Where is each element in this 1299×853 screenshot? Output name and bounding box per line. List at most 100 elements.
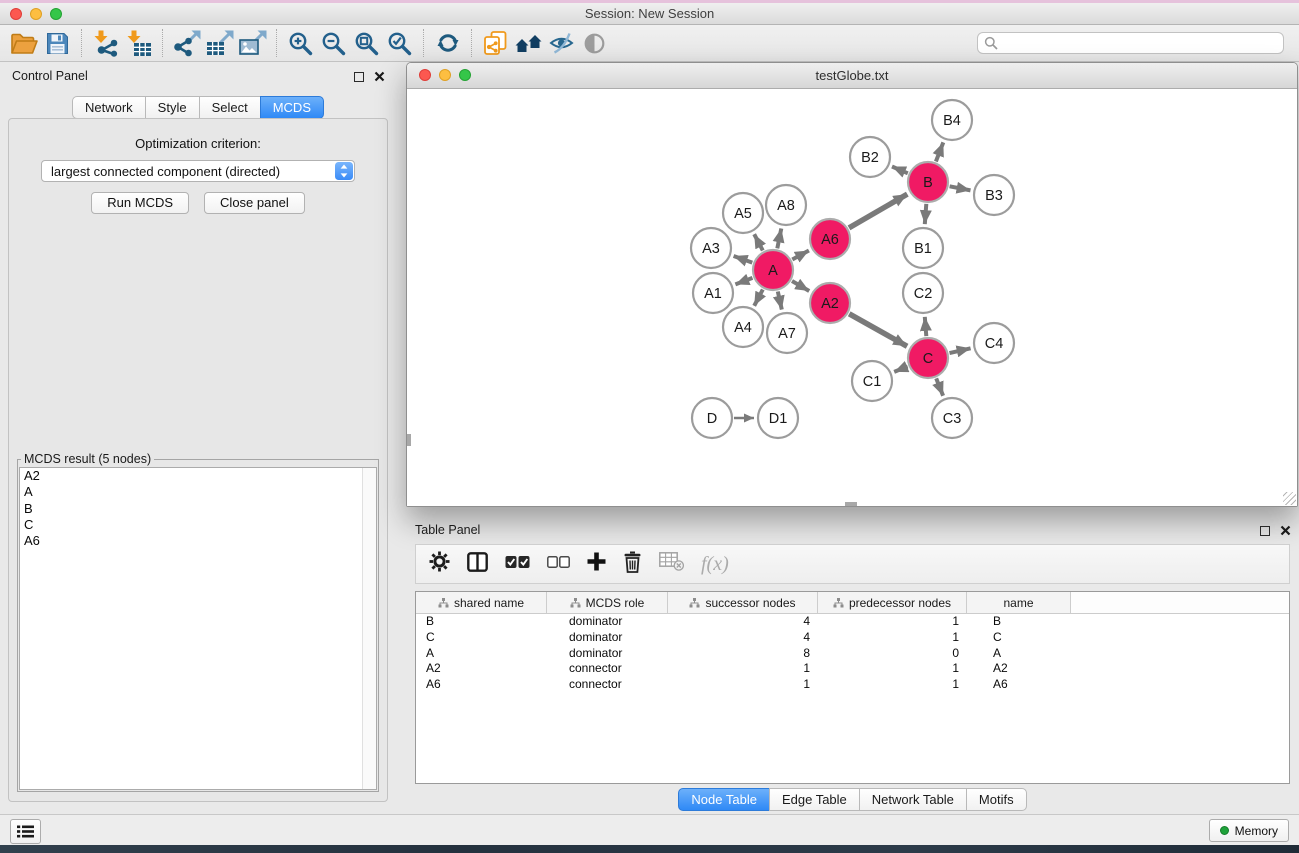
column-header-MCDS-role[interactable]: MCDS role [547,592,668,613]
tab-style[interactable]: Style [145,96,200,119]
zoom-in-button[interactable] [284,28,317,58]
table-settings-button[interactable] [429,551,450,577]
zoom-window-button[interactable] [459,69,471,81]
graph-node-D[interactable]: D [692,398,732,438]
table-cell[interactable]: connector [547,661,668,677]
table-cell[interactable]: B [416,614,547,630]
graph-node-C1[interactable]: C1 [852,361,892,401]
refresh-layout-button[interactable] [431,28,464,58]
table-cell[interactable]: dominator [547,630,668,646]
graph-edge-A6-B[interactable] [849,194,907,228]
table-cell[interactable]: 8 [668,646,818,662]
graph-node-C4[interactable]: C4 [974,323,1014,363]
mcds-result-item[interactable]: A6 [20,533,376,549]
table-cell[interactable]: A2 [416,661,547,677]
table-cell[interactable]: A2 [967,661,1071,677]
graph-edge-C-C4[interactable] [950,348,971,353]
list-scrollbar[interactable] [362,468,376,789]
import-network-button[interactable] [89,28,122,58]
first-neighbors-button[interactable] [512,28,545,58]
graph-node-B1[interactable]: B1 [903,228,943,268]
graph-node-B4[interactable]: B4 [932,100,972,140]
graph-node-A1[interactable]: A1 [693,273,733,313]
graph-edge-B-B4[interactable] [936,142,943,161]
table-cell[interactable]: 4 [668,630,818,646]
table-cell[interactable]: 0 [818,646,967,662]
graph-edge-A-A5[interactable] [754,234,763,250]
graph-edge-C-C1[interactable] [894,366,907,372]
tab-node-table[interactable]: Node Table [678,788,770,811]
column-header-predecessor-nodes[interactable]: predecessor nodes [818,592,967,613]
optimization-select[interactable]: largest connected component (directed) [41,160,355,182]
graph-node-A4[interactable]: A4 [723,307,763,347]
resize-grip[interactable] [1283,492,1296,505]
graph-node-A3[interactable]: A3 [691,228,731,268]
minimize-window-button[interactable] [30,8,42,20]
mcds-result-item[interactable]: C [20,517,376,533]
destroy-table-button[interactable] [659,552,684,576]
graph-node-A5[interactable]: A5 [723,193,763,233]
tab-select[interactable]: Select [199,96,261,119]
mcds-result-item[interactable]: B [20,501,376,517]
table-cell[interactable]: A [416,646,547,662]
mcds-result-item[interactable]: A2 [20,468,376,484]
run-mcds-button[interactable]: Run MCDS [91,192,189,214]
table-cell[interactable]: C [416,630,547,646]
table-cell[interactable]: C [967,630,1071,646]
close-window-button[interactable] [419,69,431,81]
network-graph[interactable]: B4B2BB3A8A5A6A3B1AA1C2A2A4A7C4CC1C3DD1 [407,89,1297,506]
zoom-selected-button[interactable] [383,28,416,58]
column-header-successor-nodes[interactable]: successor nodes [668,592,818,613]
float-panel-icon[interactable] [354,72,364,82]
graph-edge-A-A8[interactable] [777,229,781,249]
function-builder-button[interactable]: f(x) [701,554,729,574]
save-session-button[interactable] [41,28,74,58]
memory-button[interactable]: Memory [1209,819,1289,842]
export-table-button[interactable] [203,28,236,58]
graph-node-B[interactable]: B [908,162,948,202]
float-panel-icon[interactable] [1260,526,1270,536]
search-input[interactable] [1002,35,1277,51]
minimize-window-button[interactable] [439,69,451,81]
close-panel-button[interactable]: Close panel [204,192,305,214]
tab-motifs[interactable]: Motifs [966,788,1027,811]
table-cell[interactable]: connector [547,677,668,693]
task-history-button[interactable] [10,819,41,844]
mcds-result-list[interactable]: A2ABCA6 [19,467,377,790]
graph-edge-A-A7[interactable] [778,292,782,310]
export-image-button[interactable] [236,28,269,58]
column-header-name[interactable]: name [967,592,1071,613]
graph-edge-A-A6[interactable] [792,251,809,260]
table-cell[interactable]: 1 [668,677,818,693]
zoom-fit-button[interactable] [350,28,383,58]
graph-node-A7[interactable]: A7 [767,313,807,353]
graph-edge-A-A3[interactable] [734,256,753,263]
network-canvas[interactable]: B4B2BB3A8A5A6A3B1AA1C2A2A4A7C4CC1C3DD1 [407,89,1297,506]
graph-node-C[interactable]: C [908,338,948,378]
close-panel-icon[interactable] [374,71,385,82]
graph-node-A8[interactable]: A8 [766,185,806,225]
tab-network[interactable]: Network [72,96,146,119]
graph-edge-C-C3[interactable] [936,378,943,395]
table-cell[interactable]: 1 [818,614,967,630]
table-cell[interactable]: 1 [668,661,818,677]
delete-column-button[interactable] [623,551,642,578]
table-cell[interactable]: dominator [547,614,668,630]
graph-node-C2[interactable]: C2 [903,273,943,313]
graph-node-A2[interactable]: A2 [810,283,850,323]
graph-edge-A-A2[interactable] [792,281,809,291]
table-cell[interactable]: 1 [818,661,967,677]
graph-edge-C-C2[interactable] [925,317,927,336]
column-visibility-button[interactable] [467,552,488,577]
open-session-button[interactable] [8,28,41,58]
table-cell[interactable]: A [967,646,1071,662]
close-window-button[interactable] [10,8,22,20]
table-cell[interactable]: A6 [416,677,547,693]
show-all-button[interactable] [578,28,611,58]
tab-mcds[interactable]: MCDS [260,96,324,119]
network-window-titlebar[interactable]: testGlobe.txt [407,63,1297,89]
search-field[interactable] [977,32,1284,54]
export-network-button[interactable] [170,28,203,58]
table-cell[interactable]: B [967,614,1071,630]
deselect-all-button[interactable] [547,555,570,573]
